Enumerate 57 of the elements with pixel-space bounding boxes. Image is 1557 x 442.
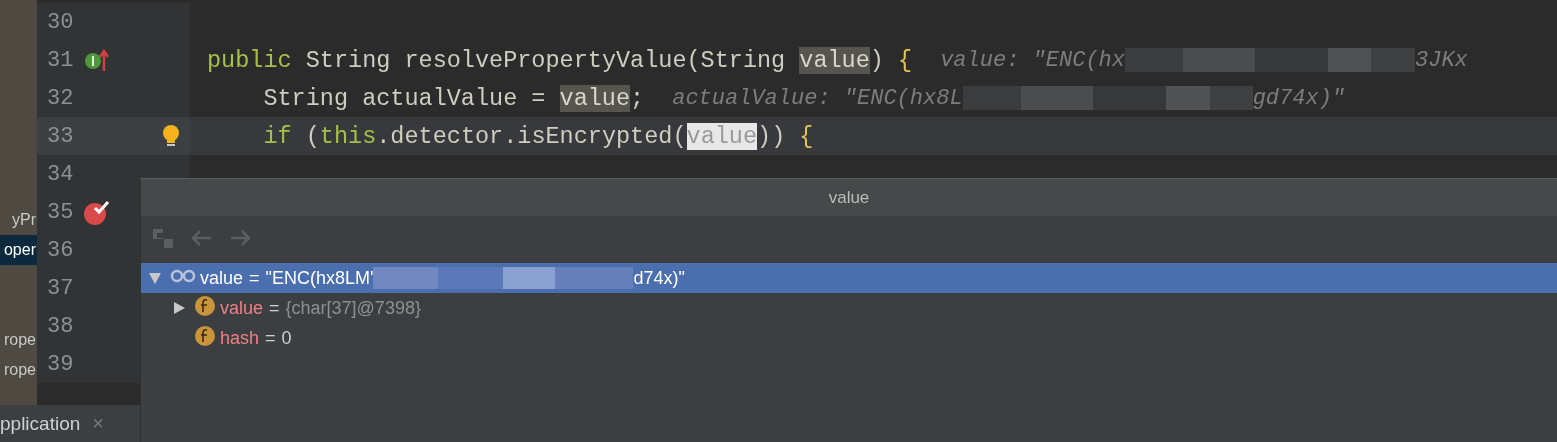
code-token: value [799, 46, 870, 74]
line-number: 34 [46, 161, 75, 187]
popup-title: value [828, 187, 870, 208]
code-token: )) [757, 122, 787, 150]
inline-value-hint: gd74x)" [1252, 85, 1346, 111]
tree-row[interactable]: value = {char[37]@7398} [141, 293, 1557, 323]
code-token: .detector.isEncrypted( [376, 122, 687, 150]
line-number: 36 [46, 237, 75, 263]
variable-name: value [200, 267, 244, 289]
variable-value: 0 [281, 327, 292, 349]
equals-sign: = [265, 327, 276, 349]
line-number: 32 [46, 85, 75, 111]
field-icon [194, 294, 216, 317]
tree-row[interactable]: hash = 0 [141, 323, 1557, 353]
code-token: ; [630, 84, 645, 112]
code-token: value [686, 122, 758, 150]
variable-value: d74x)" [633, 267, 685, 289]
variable-name: hash [220, 327, 260, 349]
expanded-triangle-icon[interactable] [148, 271, 162, 285]
glasses-icon [170, 267, 196, 284]
line-number: 35 [46, 199, 75, 225]
implements-marker-icon[interactable] [84, 47, 110, 73]
code-token: String resolvePropertyValue(String [304, 46, 787, 74]
code-token: ( [304, 122, 320, 150]
breakpoint-check-icon[interactable] [83, 198, 111, 226]
lightbulb-icon[interactable] [162, 124, 180, 148]
line-number: 31 [46, 47, 75, 73]
code-token: { [898, 46, 913, 74]
code-token: value [559, 84, 631, 112]
line-number: 39 [46, 351, 75, 377]
project-tree-item[interactable]: oper [0, 235, 37, 265]
tree-row[interactable]: value = "ENC(hx8LM' d74x)" [141, 263, 1557, 293]
editor-tab[interactable]: pplication × [0, 405, 140, 442]
code-token: String actualValue = [262, 84, 547, 112]
line-number: 38 [46, 313, 75, 339]
line-number: 30 [46, 9, 75, 35]
line-number: 33 [46, 123, 75, 149]
collapsed-triangle-icon[interactable] [172, 301, 186, 315]
equals-sign: = [249, 267, 260, 289]
field-icon [194, 324, 216, 347]
variable-value: "ENC(hx8LM' [265, 267, 374, 289]
code-token: { [799, 122, 814, 150]
project-tree-item[interactable]: rope [0, 355, 37, 385]
inline-value-hint: actualValue: "ENC(hx8L [672, 85, 963, 111]
code-token: public [207, 46, 292, 74]
equals-sign: = [269, 297, 280, 319]
variable-value: {char[37]@7398} [285, 297, 421, 319]
inline-value-hint: 3JKx [1415, 47, 1468, 73]
project-tree-item[interactable]: rope [0, 325, 37, 355]
code-token: if [262, 122, 292, 150]
code-token: ) [869, 46, 885, 74]
tab-label: pplication [0, 412, 81, 435]
variable-name: value [220, 297, 264, 319]
inline-value-hint: value: "ENC(hx [940, 47, 1125, 73]
line-number: 37 [46, 275, 75, 301]
code-token: this [319, 122, 377, 150]
project-tree-item[interactable]: yPr [0, 205, 37, 235]
